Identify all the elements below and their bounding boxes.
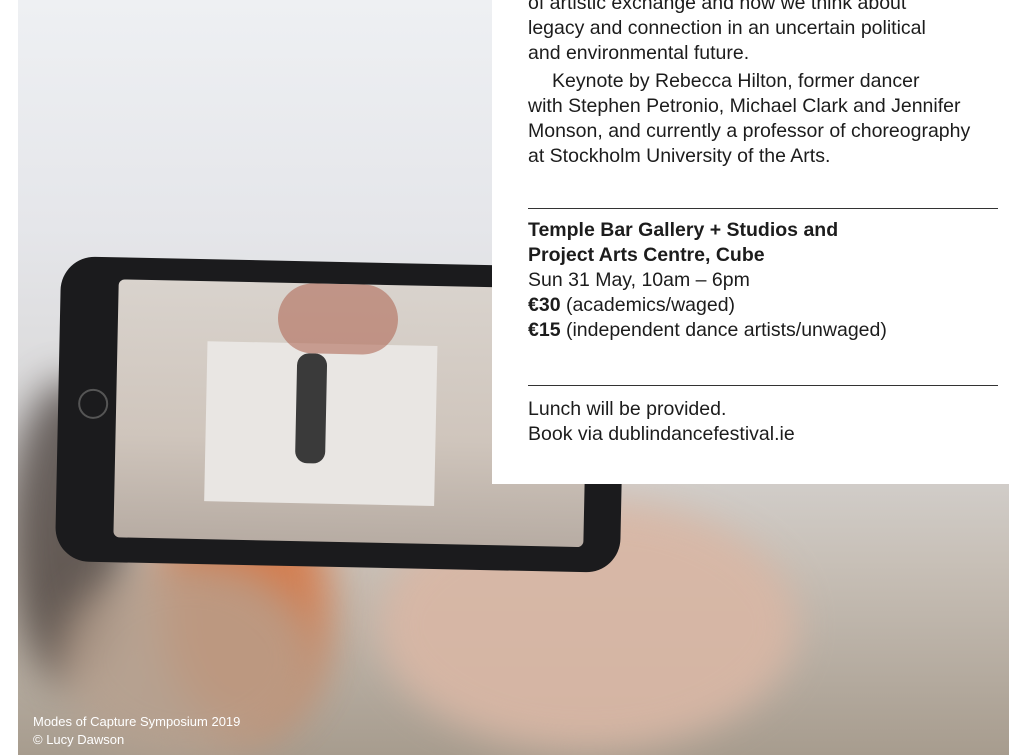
intro-paragraph: of artistic exchange and how we think ab… <box>528 0 1003 66</box>
price-note: (academics/waged) <box>560 294 736 316</box>
caption-credit: © Lucy Dawson <box>33 732 125 747</box>
keynote-paragraph: Keynote by Rebecca Hilton, former dancer… <box>528 69 1003 169</box>
photo-caption: Modes of Capture Symposium 2019 © Lucy D… <box>33 713 240 749</box>
price-amount: €30 <box>528 294 561 316</box>
intro-line: of artistic exchange and how we think ab… <box>528 0 907 14</box>
event-date-time: Sun 31 May, 10am – 6pm <box>528 269 750 291</box>
caption-title: Modes of Capture Symposium 2019 <box>33 714 241 729</box>
phone-home-button-icon <box>77 388 109 420</box>
venue-name-line: Project Arts Centre, Cube <box>528 244 765 266</box>
keynote-line: Monson, and currently a professor of cho… <box>528 120 971 142</box>
divider <box>528 208 998 209</box>
venue-name-line: Temple Bar Gallery + Studios and <box>528 219 839 241</box>
divider <box>528 385 998 386</box>
info-block: Lunch will be provided. Book via dublind… <box>528 397 1003 447</box>
keynote-line: at Stockholm University of the Arts. <box>528 145 831 167</box>
venue-block: Temple Bar Gallery + Studios and Project… <box>528 218 1003 343</box>
price-amount: €15 <box>528 319 561 341</box>
keynote-line: with Stephen Petronio, Michael Clark and… <box>528 95 961 117</box>
screen-figure <box>277 282 399 356</box>
booking-link[interactable]: Book via dublindancefestival.ie <box>528 423 795 445</box>
screen-dancer <box>294 353 328 464</box>
intro-line: and environmental future. <box>528 42 750 64</box>
intro-line: legacy and connection in an uncertain po… <box>528 17 926 39</box>
lunch-note: Lunch will be provided. <box>528 398 727 420</box>
keynote-line: Keynote by Rebecca Hilton, former dancer <box>552 70 920 92</box>
price-note: (independent dance artists/unwaged) <box>560 319 887 341</box>
